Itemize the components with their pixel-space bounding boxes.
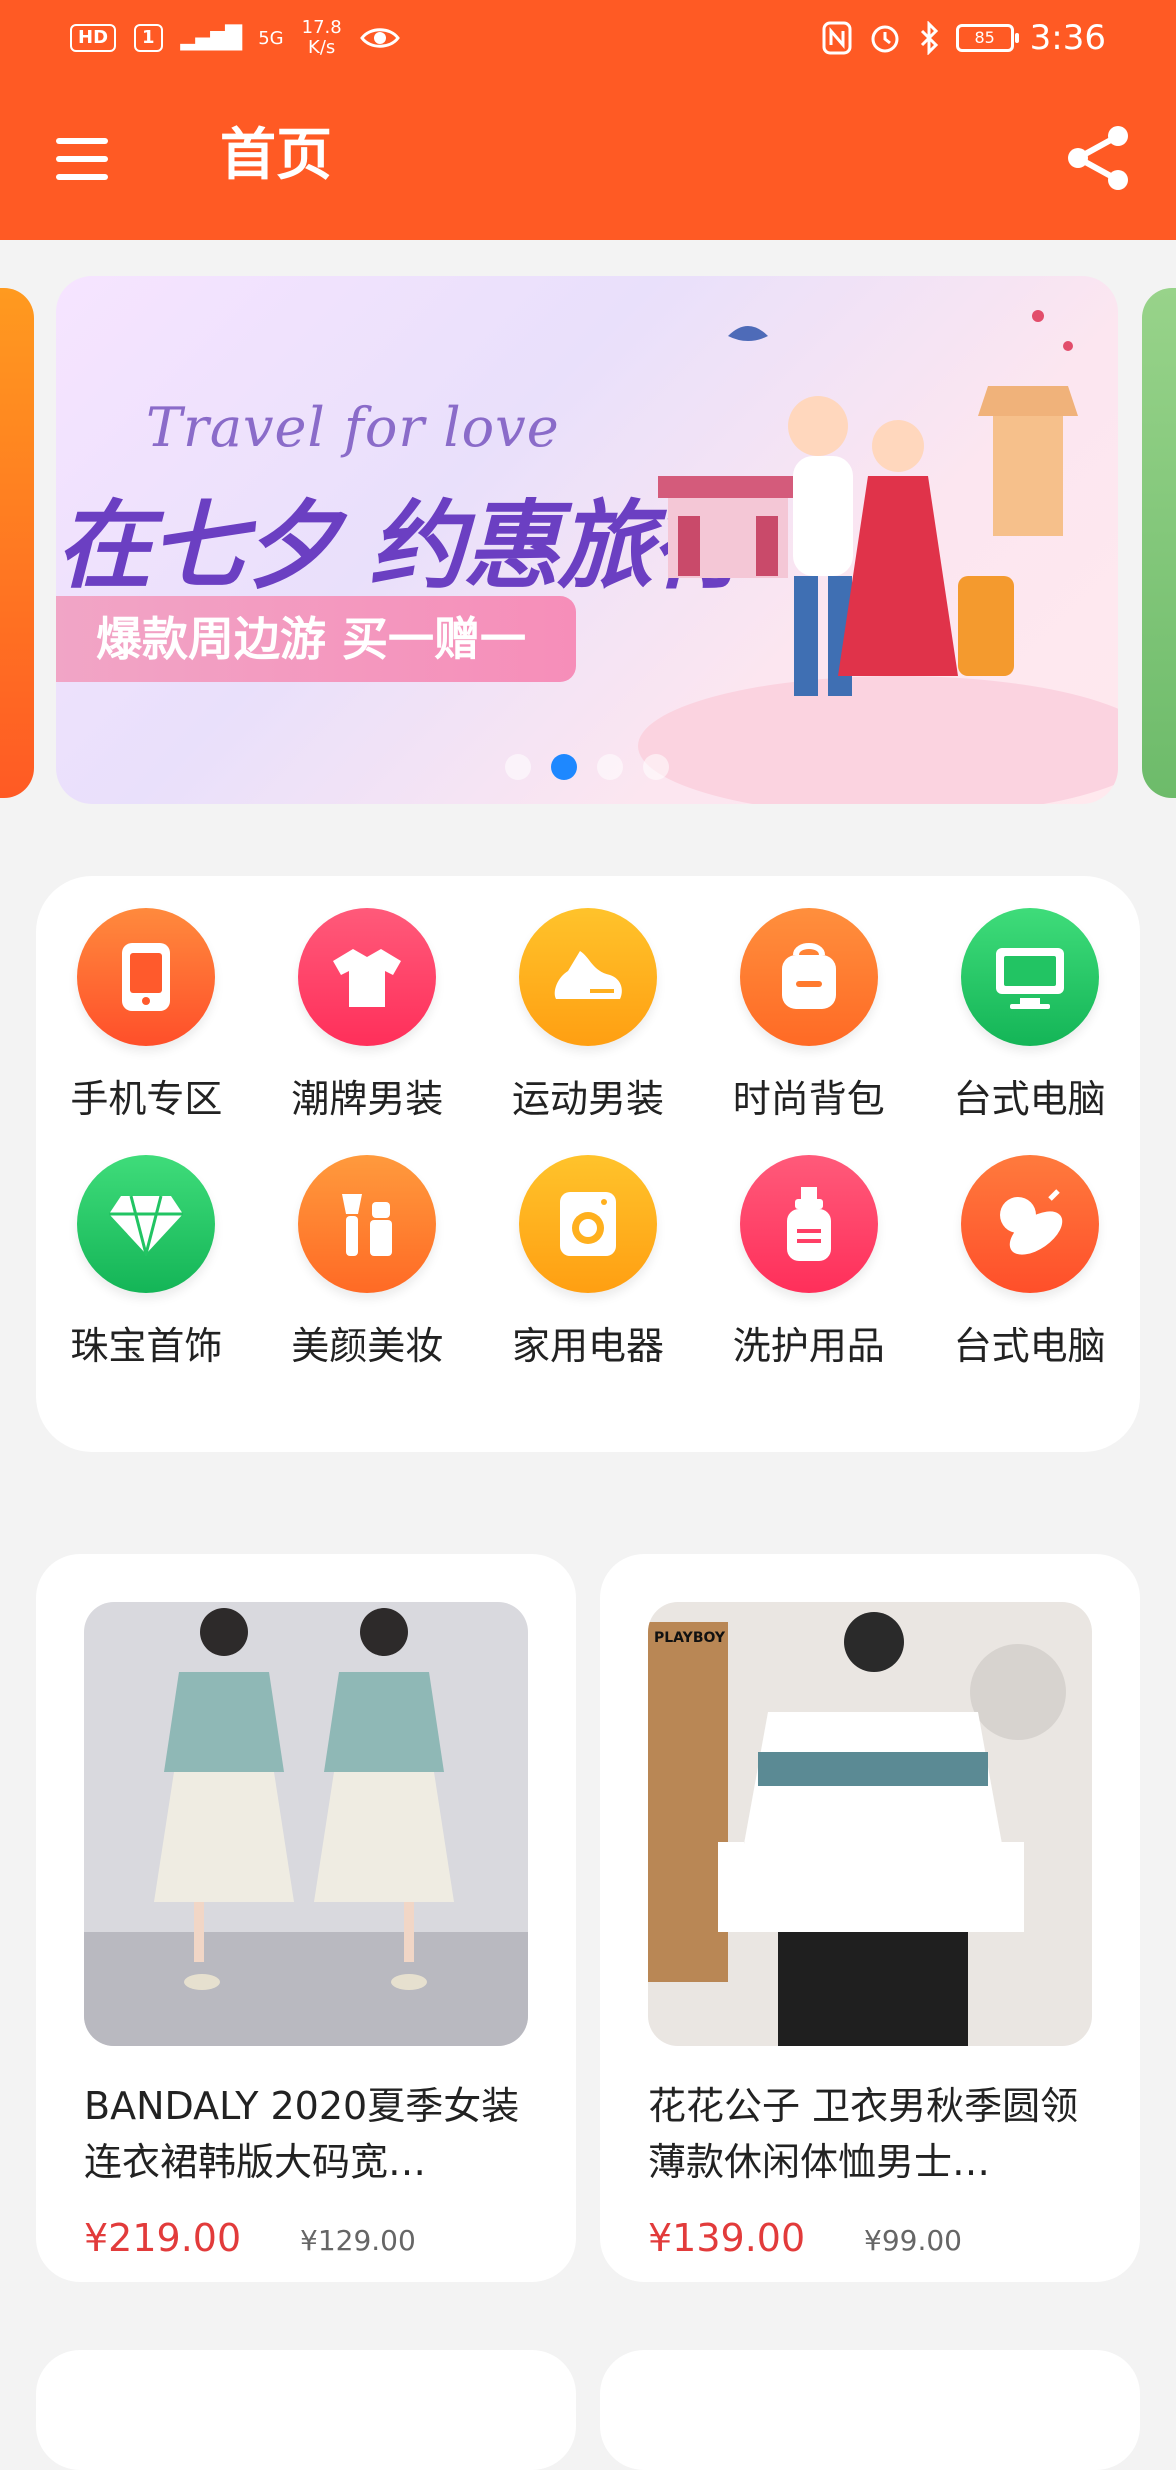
speed-value: 17.8 xyxy=(301,17,342,38)
eye-icon xyxy=(359,28,400,48)
category-label: 手机专区 xyxy=(70,1077,223,1121)
banner-dot[interactable] xyxy=(597,754,623,780)
category-label: 时尚背包 xyxy=(732,1077,885,1121)
menu-icon-line xyxy=(56,138,108,144)
menu-button[interactable] xyxy=(50,134,118,186)
category-label: 珠宝首饰 xyxy=(70,1324,223,1368)
category-item-phone[interactable]: 手机专区 xyxy=(36,908,257,1123)
category-item-backpack[interactable]: 时尚背包 xyxy=(698,908,919,1123)
category-label: 台式电脑 xyxy=(953,1324,1106,1368)
category-item-makeup[interactable]: 美颜美妆 xyxy=(257,1155,478,1370)
product-name[interactable]: BANDALY 2020夏季女装连衣裙韩版大码宽… xyxy=(84,2078,534,2190)
brand-logo-text: PLAYBOY xyxy=(654,1630,726,1646)
category-item-men-trend[interactable]: 潮牌男装 xyxy=(257,908,478,1123)
backpack-icon xyxy=(739,908,878,1046)
lotion-icon xyxy=(739,1155,878,1293)
category-item-sport[interactable]: 运动男装 xyxy=(478,908,699,1123)
status-right: 85 3:36 xyxy=(822,14,1106,62)
category-item-care[interactable]: 洗护用品 xyxy=(698,1155,919,1370)
menu-icon-line xyxy=(56,174,108,180)
banner-english-text: Travel for love xyxy=(146,396,560,459)
menu-icon-line xyxy=(56,156,108,162)
category-label: 美颜美妆 xyxy=(291,1324,444,1368)
sim-badge: 1 xyxy=(134,24,163,52)
banner-ribbon: 爆款周边游 买一赠一 xyxy=(56,596,576,682)
share-icon[interactable] xyxy=(1060,120,1136,196)
product-card[interactable]: PLAYBOY 花花公子 卫衣男秋季圆领薄款休闲体恤男士… ¥139.00 ¥9… xyxy=(600,1554,1140,2282)
category-grid: 手机专区 潮牌男装 运动男装 时尚背包 台式电脑 珠宝首饰 美颜美妆 家用电器 … xyxy=(36,908,1140,1370)
signal-icon: ▂▄▆█ xyxy=(180,25,243,51)
alarm-icon xyxy=(871,25,899,53)
product-old-price: ¥99.00 xyxy=(864,2224,962,2257)
battery-level: 85 xyxy=(974,28,995,47)
status-left: HD 1 ▂▄▆█ 5G 17.8 K/s xyxy=(70,14,400,62)
category-item-desktop[interactable]: 台式电脑 xyxy=(919,908,1140,1123)
hd-badge: HD xyxy=(70,24,117,52)
category-label: 洗护用品 xyxy=(732,1324,885,1368)
monitor-icon xyxy=(960,908,1099,1046)
sneaker-icon xyxy=(518,908,657,1046)
category-label: 运动男装 xyxy=(511,1077,664,1121)
category-label: 台式电脑 xyxy=(953,1077,1106,1121)
banner-next-peek[interactable] xyxy=(1142,288,1176,798)
banner-slide[interactable]: Travel for love 在七夕 约惠旅行 爆款周边游 买一赠一 xyxy=(56,276,1118,804)
page-title: 首页 xyxy=(220,123,332,188)
phone-icon xyxy=(77,908,216,1046)
banner-dot-active[interactable] xyxy=(551,754,577,780)
category-label: 潮牌男装 xyxy=(291,1077,444,1121)
product-price: ¥139.00 xyxy=(648,2216,806,2260)
tshirt-icon xyxy=(298,908,437,1046)
banner-carousel[interactable]: Travel for love 在七夕 约惠旅行 爆款周边游 买一赠一 xyxy=(0,270,1176,810)
banner-dot[interactable] xyxy=(505,754,531,780)
app-bar: 首页 xyxy=(0,76,1176,240)
diamond-icon xyxy=(77,1155,216,1293)
bluetooth-icon xyxy=(920,21,938,55)
vegetable-icon xyxy=(960,1155,1099,1293)
product-image[interactable] xyxy=(84,1602,528,2046)
category-label: 家用电器 xyxy=(511,1324,664,1368)
category-item-appliances[interactable]: 家用电器 xyxy=(478,1155,699,1370)
category-item-desktop-2[interactable]: 台式电脑 xyxy=(919,1155,1140,1370)
product-name[interactable]: 花花公子 卫衣男秋季圆领薄款休闲体恤男士… xyxy=(648,2078,1098,2190)
clock: 3:36 xyxy=(1029,18,1106,58)
battery-icon: 85 xyxy=(955,24,1019,52)
status-bar: HD 1 ▂▄▆█ 5G 17.8 K/s 85 3:36 xyxy=(0,0,1176,76)
product-card[interactable]: BANDALY 2020夏季女装连衣裙韩版大码宽… ¥219.00 ¥129.0… xyxy=(36,1554,576,2282)
washer-icon xyxy=(518,1155,657,1293)
network-speed: 17.8 K/s xyxy=(302,18,342,58)
banner-dot[interactable] xyxy=(643,754,669,780)
category-item-jewelry[interactable]: 珠宝首饰 xyxy=(36,1155,257,1370)
product-card-partial[interactable] xyxy=(600,2350,1140,2470)
speed-unit: K/s xyxy=(308,37,336,58)
product-price: ¥219.00 xyxy=(84,2216,242,2260)
banner-indicator xyxy=(56,754,1118,780)
top-bar: HD 1 ▂▄▆█ 5G 17.8 K/s 85 3:36 首页 xyxy=(0,0,1176,240)
banner-prev-peek[interactable] xyxy=(0,288,34,798)
travel-couple-illustration xyxy=(638,310,1118,804)
product-old-price: ¥129.00 xyxy=(300,2224,416,2257)
nfc-icon xyxy=(822,21,852,55)
network-type: 5G xyxy=(258,27,284,49)
product-image[interactable]: PLAYBOY xyxy=(648,1602,1092,2046)
category-panel: 手机专区 潮牌男装 运动男装 时尚背包 台式电脑 珠宝首饰 美颜美妆 家用电器 … xyxy=(36,876,1140,1452)
cosmetics-icon xyxy=(298,1155,437,1293)
product-card-partial[interactable] xyxy=(36,2350,576,2470)
